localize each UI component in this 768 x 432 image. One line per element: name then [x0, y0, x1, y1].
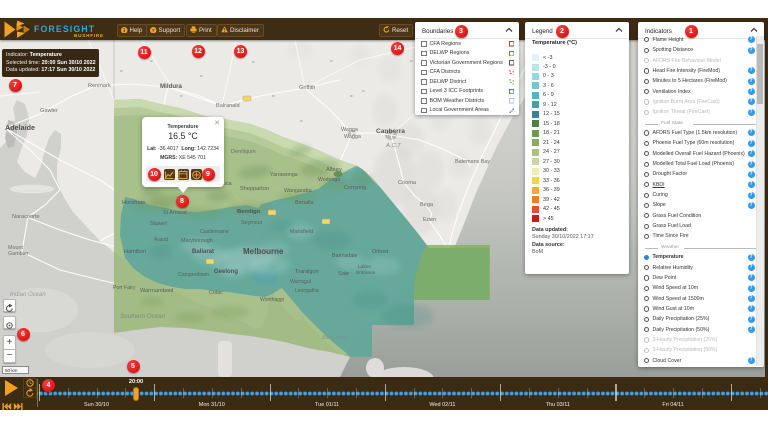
svg-text:Seymour: Seymour: [241, 220, 263, 226]
svg-text:Wonthaggi: Wonthaggi: [260, 297, 284, 303]
svg-text:Indian Ocean: Indian Ocean: [10, 292, 46, 298]
svg-text:Geelong: Geelong: [214, 269, 238, 275]
svg-text:Traralgon: Traralgon: [295, 269, 319, 275]
svg-text:Colac: Colac: [209, 290, 223, 296]
svg-text:Sale: Sale: [338, 271, 349, 277]
svg-text:Canberra: Canberra: [376, 128, 405, 135]
svg-text:Gambier: Gambier: [8, 251, 29, 257]
svg-text:Balranald: Balranald: [216, 103, 240, 109]
svg-text:Port Fairy: Port Fairy: [113, 285, 136, 291]
svg-text:Albury: Albury: [326, 167, 342, 173]
svg-text:Melbourne: Melbourne: [243, 247, 284, 256]
svg-text:Maryborough: Maryborough: [181, 238, 213, 244]
svg-text:Cooma: Cooma: [398, 180, 417, 186]
svg-text:Bendigo: Bendigo: [237, 209, 261, 215]
svg-text:Ballarat: Ballarat: [192, 249, 214, 255]
svg-text:Lakes: Lakes: [358, 264, 371, 270]
svg-text:Wagga: Wagga: [344, 134, 361, 140]
svg-text:Warragul: Warragul: [290, 279, 311, 285]
svg-text:Hamilton: Hamilton: [124, 249, 146, 255]
svg-text:St Arnaud: St Arnaud: [163, 210, 187, 216]
svg-text:Stawell: Stawell: [150, 221, 167, 227]
svg-text:Benalla: Benalla: [295, 200, 315, 206]
svg-text:Bass Strait: Bass Strait: [322, 335, 349, 341]
svg-text:Bega: Bega: [420, 202, 434, 208]
svg-text:Shepparton: Shepparton: [240, 186, 269, 192]
svg-text:Renmark: Renmark: [88, 83, 111, 89]
svg-text:Bairnsdale: Bairnsdale: [332, 253, 357, 259]
svg-text:Adelaide: Adelaide: [5, 123, 35, 132]
svg-text:Horsham: Horsham: [122, 200, 146, 206]
svg-text:A.C.T: A.C.T: [385, 143, 401, 149]
svg-text:Mildura: Mildura: [160, 83, 183, 90]
svg-text:Griffith: Griffith: [299, 85, 315, 91]
svg-text:Leongatha: Leongatha: [295, 288, 319, 294]
svg-text:Entrance: Entrance: [356, 270, 376, 276]
svg-text:Ararat: Ararat: [154, 237, 169, 243]
svg-text:Deniliquin: Deniliquin: [231, 149, 256, 155]
svg-text:Mansfield: Mansfield: [290, 229, 313, 235]
svg-text:Orbost: Orbost: [372, 249, 389, 255]
svg-text:Wodonga: Wodonga: [318, 177, 340, 183]
svg-text:Southern Ocean: Southern Ocean: [120, 313, 166, 320]
svg-text:Eden: Eden: [423, 217, 436, 223]
svg-text:?: ?: [152, 27, 155, 33]
svg-text:Warrnambool: Warrnambool: [140, 288, 173, 294]
svg-text:Yarrawonga: Yarrawonga: [270, 172, 298, 178]
svg-text:Corryong: Corryong: [344, 185, 366, 191]
svg-text:Batemans Bay: Batemans Bay: [455, 159, 490, 165]
svg-text:Gawler: Gawler: [40, 108, 58, 114]
svg-text:Castlemaine: Castlemaine: [200, 229, 229, 235]
svg-text:Camperdown: Camperdown: [178, 272, 209, 278]
svg-text:Wangaratta: Wangaratta: [284, 188, 312, 194]
svg-text:Naracoorte: Naracoorte: [12, 214, 40, 220]
svg-text:Wagga: Wagga: [341, 127, 358, 133]
